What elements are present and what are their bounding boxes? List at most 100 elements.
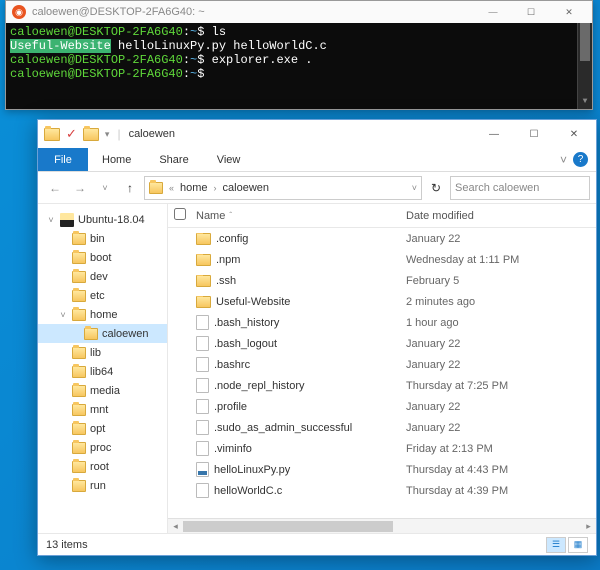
tree-item-label: dev [90, 271, 108, 283]
close-button[interactable]: ✕ [550, 1, 588, 23]
list-row[interactable]: .npmWednesday at 1:11 PM [168, 249, 596, 270]
nav-back-button[interactable]: ← [44, 176, 66, 200]
file-list[interactable]: .configJanuary 22.npmWednesday at 1:11 P… [168, 228, 596, 518]
tree-item-label: media [90, 385, 120, 397]
folder-icon [84, 328, 98, 340]
scroll-right-icon[interactable]: ▸ [581, 521, 596, 532]
breadcrumb-item[interactable]: caloewen [223, 182, 269, 194]
tree-item-boot[interactable]: boot [38, 248, 167, 267]
tree-item-etc[interactable]: etc [38, 286, 167, 305]
search-input[interactable]: Search caloewen [450, 176, 590, 200]
scroll-thumb[interactable] [183, 521, 393, 532]
list-row[interactable]: helloWorldC.cThursday at 4:39 PM [168, 480, 596, 501]
linux-drive-icon [60, 213, 74, 227]
tree-item-dev[interactable]: dev [38, 267, 167, 286]
list-row[interactable]: .bash_history1 hour ago [168, 312, 596, 333]
tree-item-mnt[interactable]: mnt [38, 400, 167, 419]
close-button[interactable]: ✕ [554, 120, 594, 148]
file-list-panel: Nameˆ Date modified .configJanuary 22.np… [168, 204, 596, 533]
list-row[interactable]: helloLinuxPy.pyThursday at 4:43 PM [168, 459, 596, 480]
nav-recent-button[interactable]: ˅ [94, 176, 116, 200]
scroll-down-icon[interactable]: ▼ [578, 95, 592, 109]
explorer-titlebar[interactable]: ✓ ▾ | caloewen — ☐ ✕ [38, 120, 596, 148]
folder-icon [72, 252, 86, 264]
address-bar[interactable]: « home › caloewen ˅ [144, 176, 422, 200]
list-row[interactable]: .bash_logoutJanuary 22 [168, 333, 596, 354]
list-row[interactable]: .profileJanuary 22 [168, 396, 596, 417]
address-bar-row: ← → ˅ ↑ « home › caloewen ˅ ↻ Search cal… [38, 172, 596, 204]
address-dropdown-icon[interactable]: ˅ [412, 183, 417, 193]
file-name: .profile [214, 401, 247, 413]
tree-item-proc[interactable]: proc [38, 438, 167, 457]
details-view-button[interactable]: ☰ [546, 537, 566, 553]
tree-expand-icon[interactable]: ˅ [58, 310, 68, 320]
select-all-checkbox[interactable] [174, 208, 186, 220]
file-date: Friday at 2:13 PM [406, 443, 596, 455]
window-title: caloewen [129, 128, 175, 140]
file-name: .bash_logout [214, 338, 277, 350]
folder-icon [72, 290, 86, 302]
tree-item-root[interactable]: root [38, 457, 167, 476]
breadcrumb-item[interactable]: home [180, 182, 208, 194]
maximize-button[interactable]: ☐ [514, 120, 554, 148]
list-row[interactable]: .bashrcJanuary 22 [168, 354, 596, 375]
tree-item-opt[interactable]: opt [38, 419, 167, 438]
tree-item-bin[interactable]: bin [38, 229, 167, 248]
folder-icon [72, 347, 86, 359]
column-name[interactable]: Nameˆ [196, 210, 406, 222]
folder-icon [196, 233, 211, 245]
column-date[interactable]: Date modified [406, 210, 596, 222]
folder-icon [149, 182, 163, 194]
file-name: .config [216, 233, 248, 245]
terminal-line: Useful-Website helloLinuxPy.py helloWorl… [10, 39, 588, 53]
tab-home[interactable]: Home [88, 148, 145, 171]
tree-item-ubuntu-18.04[interactable]: ˅Ubuntu-18.04 [38, 210, 167, 229]
maximize-button[interactable]: ☐ [512, 1, 550, 23]
nav-tree[interactable]: ˅Ubuntu-18.04binbootdevetc˅homecaloewenl… [38, 204, 168, 533]
scroll-thumb[interactable] [580, 23, 590, 61]
tree-item-label: mnt [90, 404, 108, 416]
folder-icon [72, 309, 86, 321]
tree-item-home[interactable]: ˅home [38, 305, 167, 324]
expand-ribbon-icon[interactable]: ˅ [560, 153, 567, 167]
list-row[interactable]: .viminfoFriday at 2:13 PM [168, 438, 596, 459]
tab-view[interactable]: View [203, 148, 255, 171]
refresh-button[interactable]: ↻ [425, 176, 447, 200]
folder-icon [83, 128, 99, 141]
qat-dropdown-icon[interactable]: ▾ [105, 129, 110, 140]
file-tab[interactable]: File [38, 148, 88, 171]
thumbnails-view-button[interactable]: ▦ [568, 537, 588, 553]
tree-item-label: etc [90, 290, 105, 302]
file-date: 1 hour ago [406, 317, 596, 329]
breadcrumb-chevron-icon[interactable]: « [169, 183, 174, 193]
terminal-scrollbar[interactable]: ▲ ▼ [577, 23, 592, 109]
tree-item-caloewen[interactable]: caloewen [38, 324, 167, 343]
nav-up-button[interactable]: ↑ [119, 176, 141, 200]
nav-forward-button[interactable]: → [69, 176, 91, 200]
file-name: helloLinuxPy.py [214, 464, 290, 476]
terminal-window: ◉ caloewen@DESKTOP-2FA6G40: ~ — ☐ ✕ calo… [5, 0, 593, 110]
tree-item-run[interactable]: run [38, 476, 167, 495]
h-scrollbar[interactable]: ◂ ▸ [168, 518, 596, 533]
qat-check-icon[interactable]: ✓ [66, 126, 77, 142]
tab-share[interactable]: Share [145, 148, 202, 171]
tree-item-lib64[interactable]: lib64 [38, 362, 167, 381]
help-icon[interactable]: ? [573, 152, 588, 167]
terminal-titlebar[interactable]: ◉ caloewen@DESKTOP-2FA6G40: ~ — ☐ ✕ [6, 1, 592, 23]
list-row[interactable]: .sshFebruary 5 [168, 270, 596, 291]
list-row[interactable]: .node_repl_historyThursday at 7:25 PM [168, 375, 596, 396]
tree-item-lib[interactable]: lib [38, 343, 167, 362]
list-row[interactable]: .sudo_as_admin_successfulJanuary 22 [168, 417, 596, 438]
tree-expand-icon[interactable]: ˅ [46, 215, 56, 225]
list-row[interactable]: .configJanuary 22 [168, 228, 596, 249]
tree-item-label: lib64 [90, 366, 113, 378]
breadcrumb-chevron-icon[interactable]: › [214, 183, 217, 193]
minimize-button[interactable]: — [474, 120, 514, 148]
folder-icon [196, 275, 211, 287]
list-row[interactable]: Useful-Website2 minutes ago [168, 291, 596, 312]
tree-item-media[interactable]: media [38, 381, 167, 400]
terminal-body[interactable]: caloewen@DESKTOP-2FA6G40:~$ ls Useful-We… [6, 23, 592, 109]
explorer-window: ✓ ▾ | caloewen — ☐ ✕ File Home Share Vie… [37, 119, 597, 556]
scroll-left-icon[interactable]: ◂ [168, 521, 183, 532]
minimize-button[interactable]: — [474, 1, 512, 23]
